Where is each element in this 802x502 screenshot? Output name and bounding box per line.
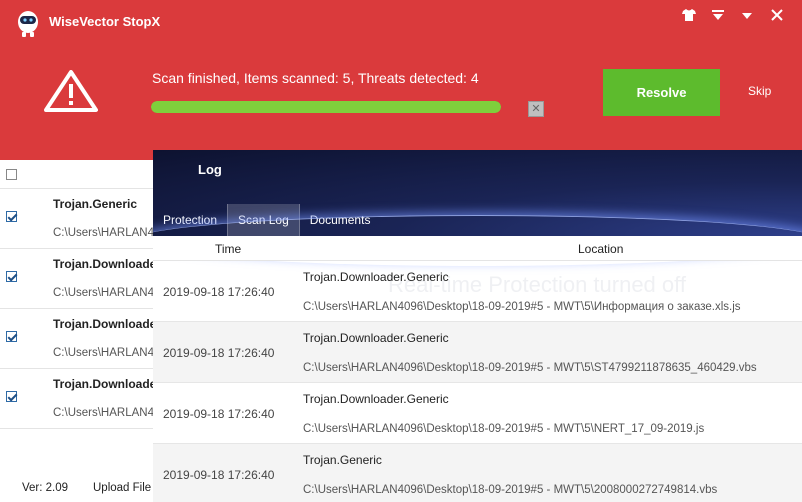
- log-title: Log: [198, 162, 222, 177]
- log-banner: Log Protection Scan Log Documents: [153, 150, 802, 236]
- log-path: C:\Users\HARLAN4096\Desktop\18-09-2019#5…: [303, 362, 757, 374]
- threat-rows: Trojan.Generic C:\Users\HARLAN4 Trojan.D…: [0, 189, 160, 429]
- table-row[interactable]: 2019-09-18 17:26:40 Trojan.Downloader.Ge…: [153, 322, 802, 383]
- threat-path: C:\Users\HARLAN4: [53, 287, 154, 299]
- log-threat-name: Trojan.Downloader.Generic: [303, 270, 449, 284]
- scan-progress-bar: [151, 101, 501, 113]
- resolve-button[interactable]: Resolve: [603, 69, 720, 116]
- column-header-time[interactable]: Time: [215, 242, 241, 256]
- log-threat-name: Trojan.Generic: [303, 453, 382, 467]
- minimize-icon[interactable]: [734, 4, 760, 26]
- log-time: 2019-09-18 17:26:40: [163, 285, 275, 299]
- log-path: C:\Users\HARLAN4096\Desktop\18-09-2019#5…: [303, 484, 718, 496]
- table-row[interactable]: 2019-09-18 17:26:40 Trojan.Downloader.Ge…: [153, 383, 802, 444]
- robot-logo-icon: [18, 11, 38, 37]
- upload-file-link[interactable]: Upload File: [93, 482, 151, 494]
- list-item: Trojan.Downloade C:\Users\HARLAN4: [0, 369, 160, 429]
- threat-path: C:\Users\HARLAN4: [53, 227, 154, 239]
- threat-name: Trojan.Downloade: [53, 377, 157, 391]
- threat-name: Trojan.Downloade: [53, 257, 157, 271]
- log-tabs: Protection Scan Log Documents: [153, 204, 380, 236]
- skip-link[interactable]: Skip: [748, 84, 771, 98]
- app-title: WiseVector StopX: [49, 14, 161, 29]
- log-path: C:\Users\HARLAN4096\Desktop\18-09-2019#5…: [303, 301, 741, 313]
- log-time: 2019-09-18 17:26:40: [163, 468, 275, 482]
- log-threat-name: Trojan.Downloader.Generic: [303, 331, 449, 345]
- tab-documents[interactable]: Documents: [300, 204, 381, 236]
- threat-path: C:\Users\HARLAN4: [53, 407, 154, 419]
- threat-list-header: [0, 160, 160, 189]
- item-checkbox-icon[interactable]: [6, 271, 17, 282]
- log-time: 2019-09-18 17:26:40: [163, 407, 275, 421]
- skin-icon[interactable]: [676, 4, 702, 26]
- log-path: C:\Users\HARLAN4096\Desktop\18-09-2019#5…: [303, 423, 705, 435]
- footer-bar: Ver: 2.09 Upload File: [0, 470, 160, 502]
- version-label: Ver: 2.09: [22, 482, 69, 494]
- threat-list: Trojan.Generic C:\Users\HARLAN4 Trojan.D…: [0, 160, 161, 502]
- item-checkbox-icon[interactable]: [6, 211, 17, 222]
- scan-status-text: Scan finished, Items scanned: 5, Threats…: [152, 70, 479, 86]
- tab-scan-log[interactable]: Scan Log: [227, 204, 300, 236]
- table-row[interactable]: 2019-09-18 17:26:40 Trojan.Generic C:\Us…: [153, 444, 802, 502]
- close-icon[interactable]: [764, 4, 790, 26]
- threat-path: C:\Users\HARLAN4: [53, 347, 154, 359]
- scan-progress-fill: [151, 101, 501, 113]
- warning-icon: [44, 70, 98, 112]
- log-time: 2019-09-18 17:26:40: [163, 346, 275, 360]
- scan-result-header: WiseVector StopX Scan finished, Items sc…: [0, 0, 802, 160]
- list-item: Trojan.Generic C:\Users\HARLAN4: [0, 189, 160, 249]
- log-window: Log Protection Scan Log Documents Time L…: [153, 150, 802, 502]
- log-threat-name: Trojan.Downloader.Generic: [303, 392, 449, 406]
- tab-protection[interactable]: Protection: [153, 204, 227, 236]
- column-header-location[interactable]: Location: [578, 242, 623, 256]
- table-row[interactable]: 2019-09-18 17:26:40 Trojan.Downloader.Ge…: [153, 261, 802, 322]
- list-item: Trojan.Downloade C:\Users\HARLAN4: [0, 309, 160, 369]
- log-table-body: 2019-09-18 17:26:40 Trojan.Downloader.Ge…: [153, 261, 802, 502]
- threat-name: Trojan.Downloade: [53, 317, 157, 331]
- item-checkbox-icon[interactable]: [6, 391, 17, 402]
- cancel-icon[interactable]: ✕: [528, 101, 544, 117]
- threat-name: Trojan.Generic: [53, 197, 138, 211]
- list-item: Trojan.Downloade C:\Users\HARLAN4: [0, 249, 160, 309]
- menu-icon[interactable]: [705, 4, 731, 26]
- log-table-header: Time Location: [153, 236, 802, 261]
- item-checkbox-icon[interactable]: [6, 331, 17, 342]
- select-all-checkbox-icon[interactable]: [6, 169, 17, 180]
